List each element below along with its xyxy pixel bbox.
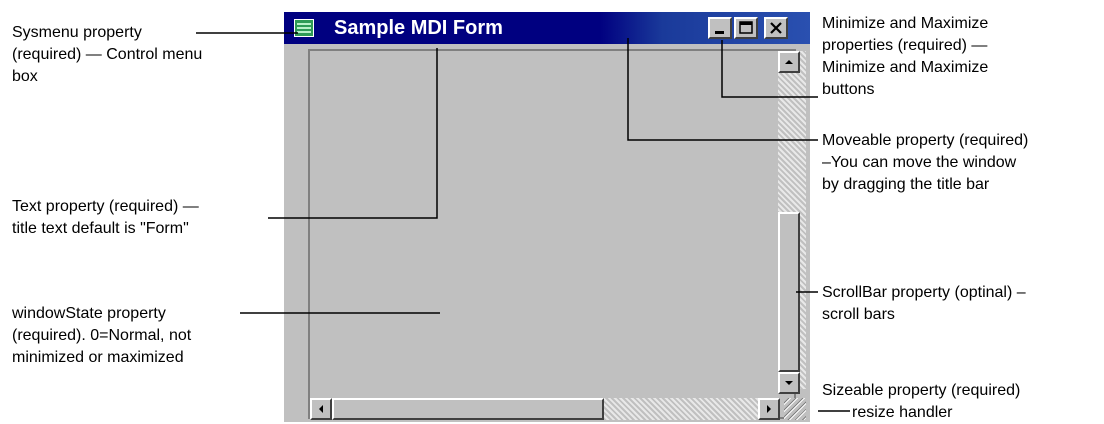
callout-scrollbar: ScrollBar property (optinal) – scroll bar… [822, 284, 1026, 323]
callout-minimize-maximize: Minimize and Maximize properties (require… [822, 15, 989, 98]
minmax-leader [721, 40, 818, 98]
callout-sizeable: Sizeable property (required) resize handl… [822, 382, 1021, 421]
callout-windowstate: windowState property (required). 0=Normal… [12, 305, 192, 366]
text-leader [268, 48, 438, 219]
moveable-leader [627, 38, 818, 141]
callout-text-property: Text property (required) — title text def… [12, 198, 199, 237]
callout-sysmenu: Sysmenu property (required) — Control men… [12, 24, 203, 85]
callout-moveable: Moveable property (required) –You can mov… [822, 132, 1029, 193]
